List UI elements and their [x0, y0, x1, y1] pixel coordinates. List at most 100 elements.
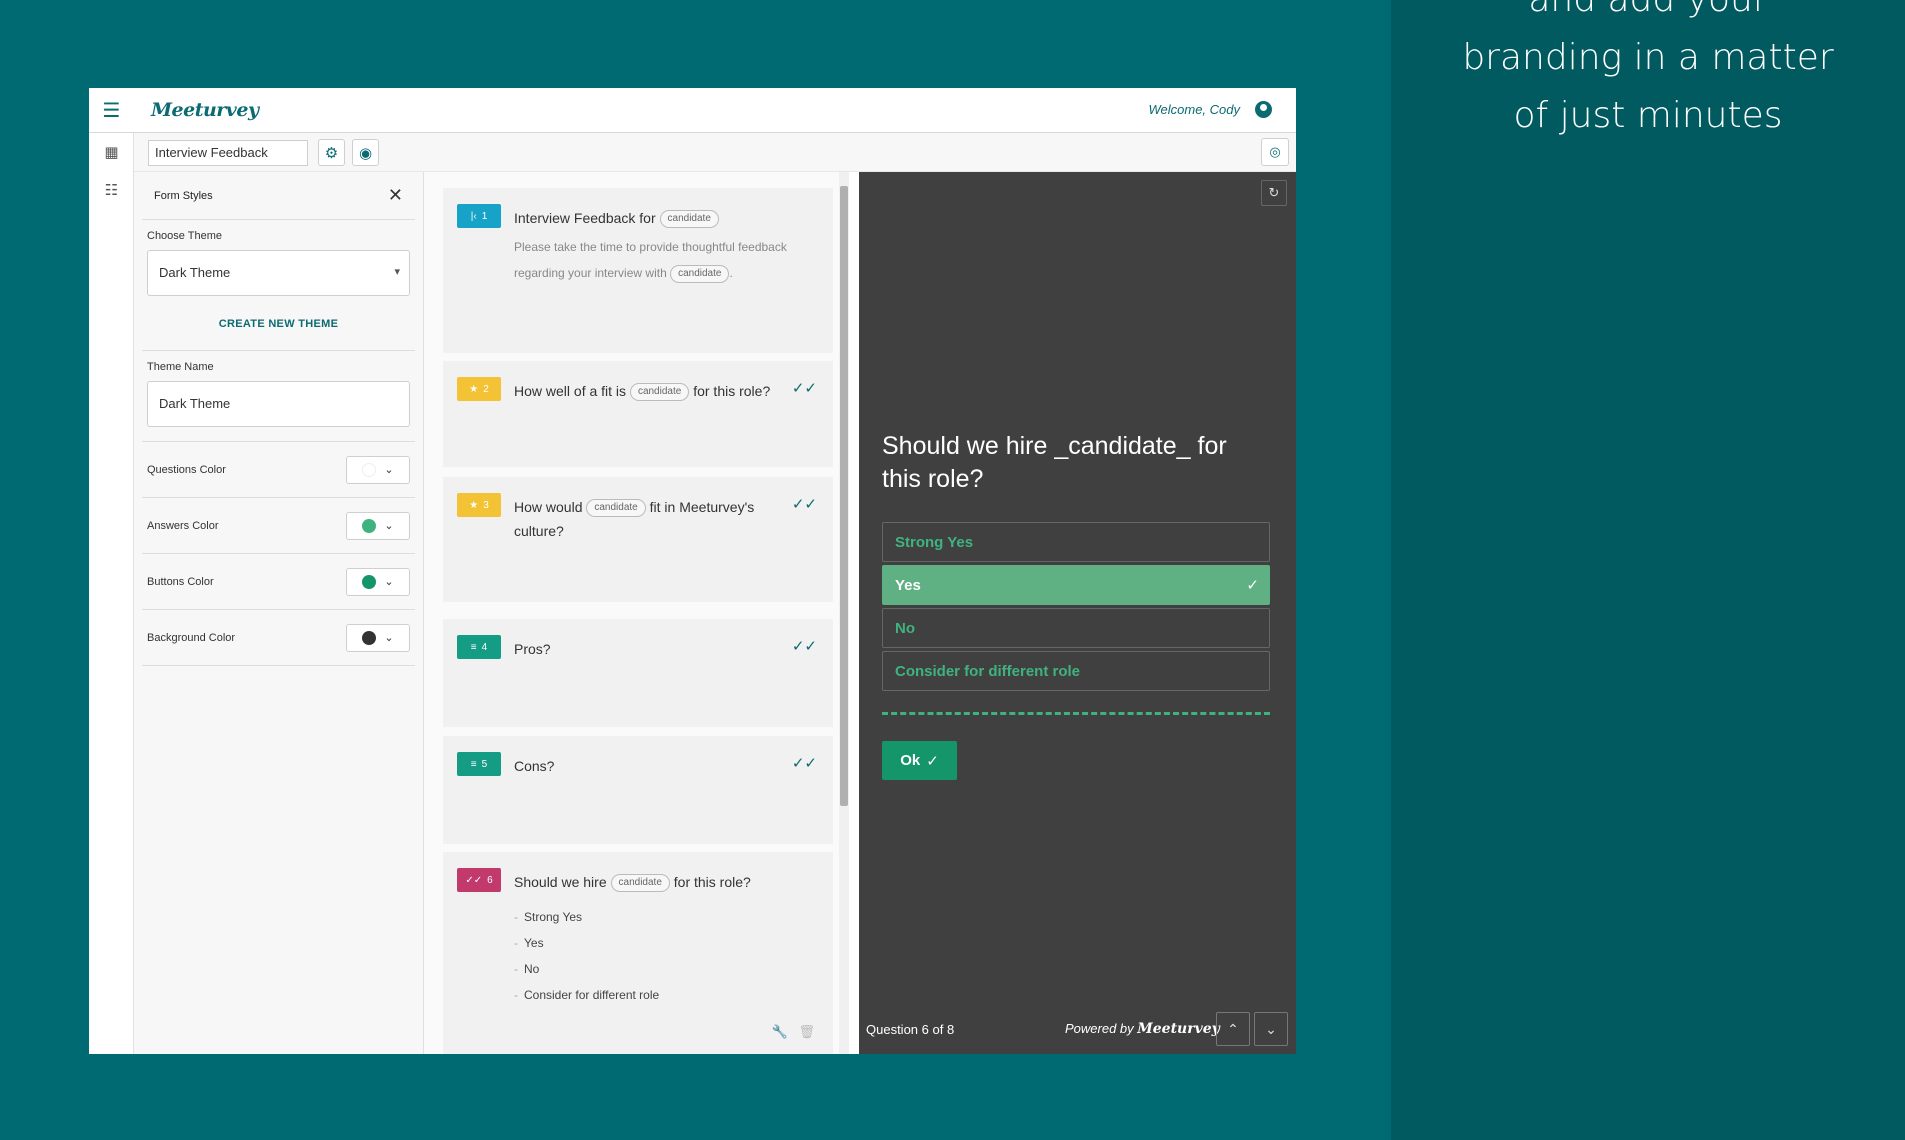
question-description: Please take the time to provide thoughtf… — [514, 234, 819, 286]
create-new-theme-button[interactable]: CREATE NEW THEME — [147, 318, 410, 330]
chevron-down-icon: ⌄ — [384, 576, 394, 588]
questions-color-picker[interactable]: ⌄ — [346, 455, 410, 484]
refresh-icon[interactable]: ↻ — [1261, 180, 1287, 206]
candidate-variable-chip: candidate — [586, 499, 646, 518]
text-question-badge: ≡ 5 — [457, 752, 501, 776]
welcome-text: Welcome, Cody — [1148, 102, 1240, 117]
lines-icon: ≡ — [470, 641, 477, 653]
question-card[interactable]: ★ 2 How well of a fit is candidate for th… — [443, 361, 833, 467]
check-icon: ✓ — [1246, 577, 1259, 594]
theme-name-section: Theme Name Dark Theme — [142, 351, 415, 442]
lines-icon: ≡ — [470, 758, 477, 770]
question-card[interactable]: |‹ 1 Interview Feedback for candidate Ple… — [443, 188, 833, 353]
question-card[interactable]: ✓✓ 6 Should we hire candidate for this ro… — [443, 852, 833, 1054]
settings-gear-icon[interactable]: ⚙ — [318, 139, 345, 166]
candidate-variable-chip: candidate — [629, 383, 690, 402]
choose-theme-section: Choose Theme Dark Theme CREATE NEW THEME — [142, 220, 415, 351]
double-check-icon: ✓✓ — [791, 755, 817, 772]
marketing-panel: Build beautiful surveys with no code and… — [1391, 0, 1905, 1140]
tagline: Build beautiful surveys with no code and… — [1462, 0, 1834, 136]
logo: Meeturvey — [151, 99, 259, 121]
list-item: - Consider for different role — [514, 988, 660, 1002]
question-title: Interview Feedback for candidate — [514, 206, 805, 230]
theme-select[interactable]: Dark Theme — [147, 250, 410, 296]
start-icon: |‹ — [470, 210, 477, 222]
buttons-color-row: Buttons Color ⌄ — [142, 554, 415, 610]
question-counter: Question 6 of 8 — [866, 1022, 955, 1037]
question-card[interactable]: ★ 3 How would candidate fit in Meeturvey'… — [443, 477, 833, 602]
double-check-icon: ✓✓ — [791, 496, 817, 513]
star-icon: ★ — [469, 499, 479, 511]
background-color-row: Background Color ⌄ — [142, 610, 415, 666]
chevron-down-icon: ⌄ — [384, 520, 394, 532]
trash-icon[interactable]: 🗑 — [798, 1024, 815, 1039]
form-preview: ↻ Should we hire _candidate_ for this ro… — [859, 172, 1296, 1054]
chevron-up-icon[interactable]: ⌃ — [1216, 1012, 1250, 1046]
double-check-icon: ✓✓ — [791, 638, 817, 655]
answers-color-picker[interactable]: ⌄ — [346, 511, 410, 540]
question-title: Pros? — [514, 641, 551, 657]
color-swatch — [362, 630, 377, 645]
question-title: How would candidate fit in Meeturvey's c… — [514, 499, 755, 539]
candidate-variable-chip: candidate — [659, 210, 719, 229]
card-tools: 🔧 🗑 — [771, 1024, 815, 1040]
top-bar: ☰ Meeturvey Welcome, Cody — [89, 88, 1296, 133]
theme-name-label: Theme Name — [147, 361, 214, 373]
scroll-thumb[interactable] — [840, 186, 848, 806]
color-label: Questions Color — [147, 463, 226, 476]
calendar-icon[interactable]: ▦ — [89, 133, 134, 171]
welcome-screen-badge: |‹ 1 — [457, 204, 501, 228]
rating-badge: ★ 2 — [457, 377, 501, 401]
preview-option[interactable]: No — [882, 608, 1270, 648]
close-icon[interactable]: ✕ — [388, 185, 403, 206]
color-label: Background Color — [147, 631, 236, 644]
scrollbar[interactable] — [839, 172, 849, 1054]
wrench-icon[interactable]: 🔧 — [771, 1024, 787, 1039]
text-question-badge: ≡ 4 — [457, 635, 501, 659]
palette-icon[interactable]: ◉ — [352, 139, 379, 166]
divider — [882, 712, 1270, 715]
candidate-variable-chip: candidate — [610, 874, 670, 893]
check-icon: ✓ — [926, 752, 939, 770]
form-styles-header: Form Styles ✕ — [142, 172, 415, 220]
chevron-down-icon[interactable]: ⌄ — [1254, 1012, 1288, 1046]
form-styles-title: Form Styles — [154, 189, 213, 202]
preview-option[interactable]: Strong Yes — [882, 522, 1270, 562]
database-icon[interactable]: ☷ — [89, 171, 134, 209]
preview-option-selected[interactable]: Yes ✓ — [882, 565, 1270, 605]
list-item: - Strong Yes — [514, 910, 583, 924]
candidate-variable-chip: candidate — [670, 264, 730, 283]
left-rail: ▦ ☷ — [89, 133, 134, 1054]
option-list: - Strong Yes - Yes - No - Consider for diffe… — [514, 904, 659, 1008]
hamburger-menu-icon[interactable]: ☰ — [89, 88, 134, 132]
question-card[interactable]: ≡ 5 Cons? ✓✓ — [443, 736, 833, 844]
questions-color-row: Questions Color ⌄ — [142, 442, 415, 498]
question-title: Cons? — [514, 758, 555, 774]
list-item: - No — [514, 962, 540, 976]
check-icon: ✓✓ — [465, 874, 483, 886]
rating-badge: ★ 3 — [457, 493, 501, 517]
chevron-down-icon: ⌄ — [384, 464, 394, 476]
form-title-input[interactable]: Interview Feedback — [148, 140, 308, 166]
question-card[interactable]: ≡ 4 Pros? ✓✓ — [443, 619, 833, 727]
background-color-picker[interactable]: ⌄ — [346, 623, 410, 652]
multiple-choice-badge: ✓✓ 6 — [457, 868, 501, 892]
powered-brand: Meeturvey — [1137, 1021, 1220, 1037]
app-window: ☰ Meeturvey Welcome, Cody ▦ ☷ Interview … — [89, 88, 1296, 1054]
form-styles-panel: Form Styles ✕ Choose Theme Dark Theme CR… — [134, 172, 424, 1054]
color-swatch — [362, 574, 377, 589]
user-account-icon[interactable] — [1255, 101, 1272, 118]
color-swatch — [362, 518, 377, 533]
toolbar: Interview Feedback ⚙ ◉ ◎ — [134, 133, 1296, 172]
color-label: Answers Color — [147, 519, 219, 532]
theme-name-input[interactable]: Dark Theme — [147, 381, 410, 427]
answers-color-row: Answers Color ⌄ — [142, 498, 415, 554]
preview-eye-icon[interactable]: ◎ — [1261, 138, 1289, 166]
ok-button[interactable]: Ok ✓ — [882, 741, 957, 780]
question-title: How well of a fit is candidate for this … — [514, 379, 805, 403]
double-check-icon: ✓✓ — [791, 380, 817, 397]
color-label: Buttons Color — [147, 575, 214, 588]
star-icon: ★ — [469, 383, 479, 395]
buttons-color-picker[interactable]: ⌄ — [346, 567, 410, 596]
preview-option[interactable]: Consider for different role — [882, 651, 1270, 691]
